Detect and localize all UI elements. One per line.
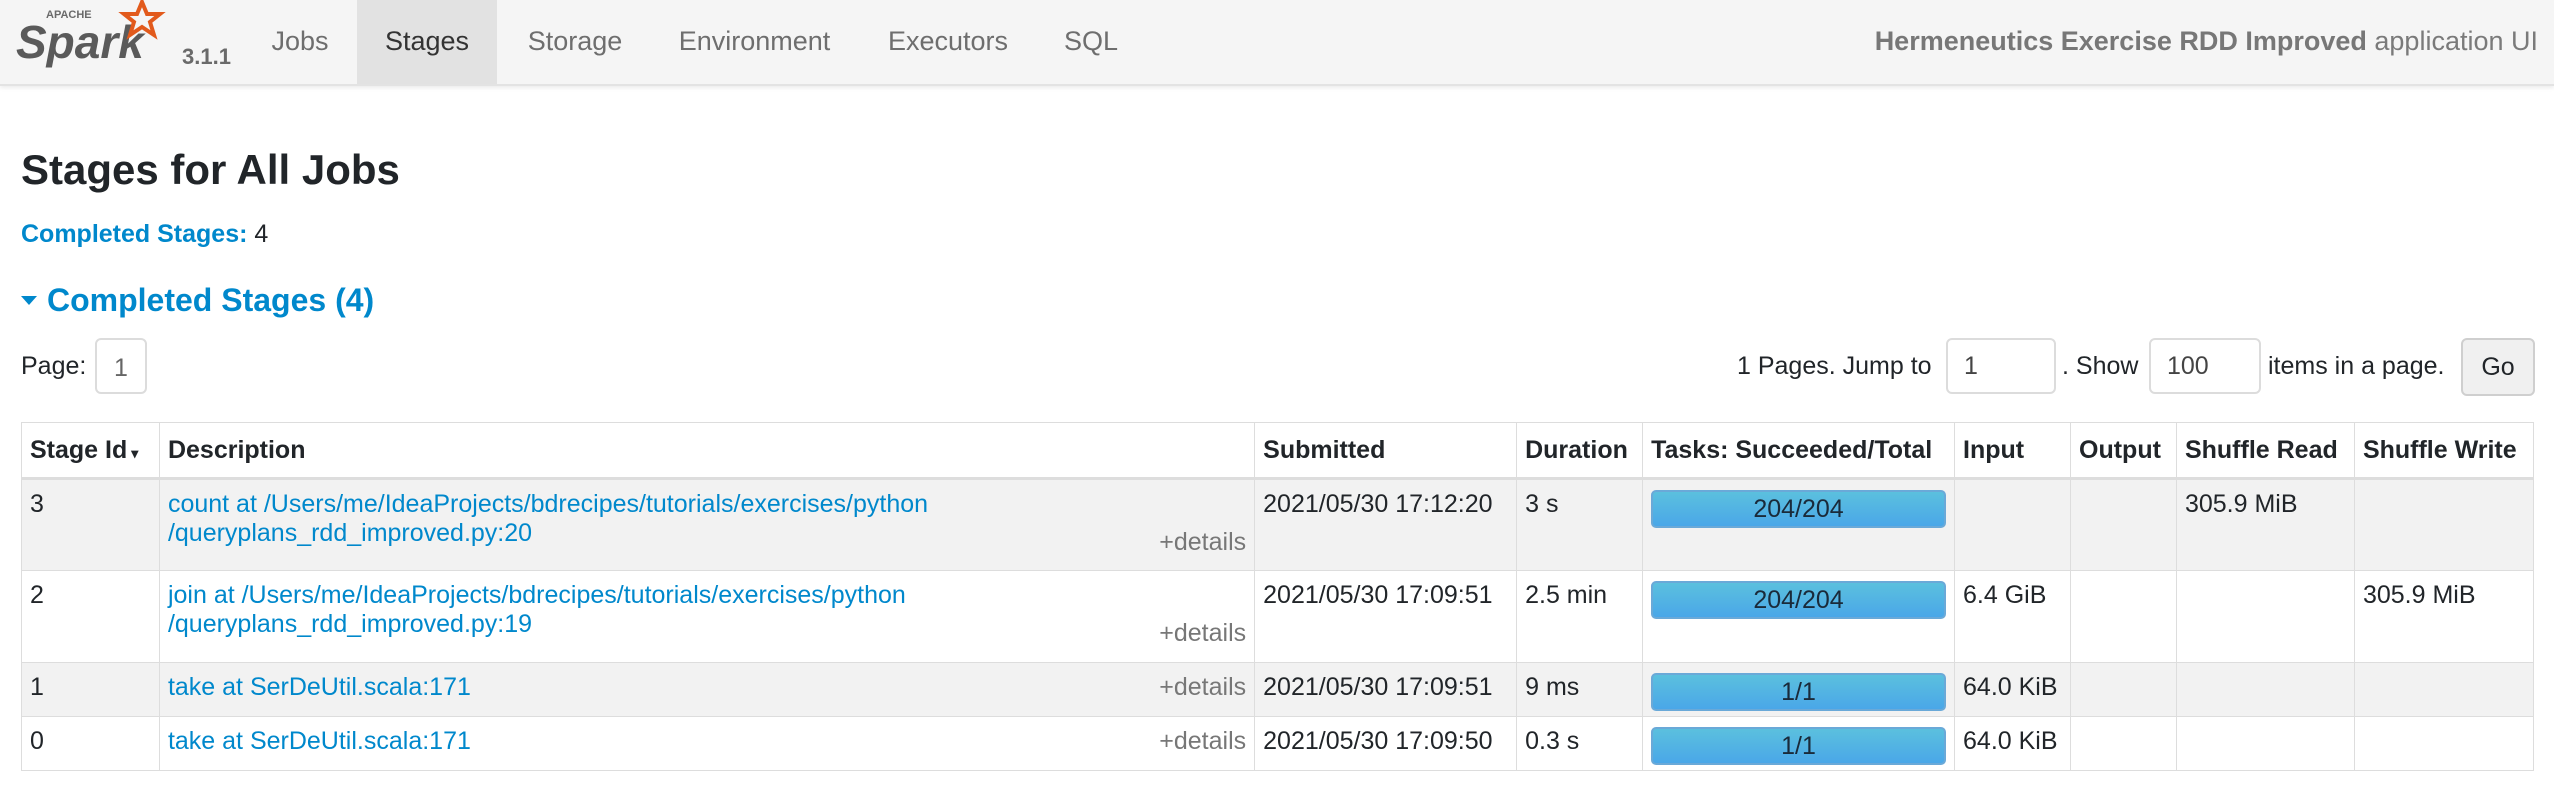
submitted-time: 2021/05/30 17:09:50 [1254, 716, 1518, 771]
header-stage-id[interactable]: Stage Id ▾ [21, 422, 160, 480]
completed-stages-summary: Completed Stages: 4 [21, 220, 268, 249]
table-row: 2 join at /Users/me/IdeaProjects/bdrecip… [21, 570, 2535, 663]
tab-executors[interactable]: Executors [872, 0, 1024, 84]
stage-description: take at SerDeUtil.scala:171 +details [158, 662, 1256, 717]
shuffle-read [2175, 716, 2355, 771]
stage-description: join at /Users/me/IdeaProjects/bdrecipes… [158, 570, 1256, 663]
page-number-box[interactable]: 1 [95, 338, 147, 394]
input-size [1954, 478, 2071, 571]
duration: 0.3 s [1516, 716, 1644, 771]
shuffle-write [2353, 716, 2535, 771]
header-description[interactable]: Description [158, 422, 1256, 480]
details-toggle[interactable]: +details [1159, 673, 1246, 702]
page-label: Page: [21, 352, 87, 380]
header-duration[interactable]: Duration [1516, 422, 1644, 480]
shuffle-write [2353, 662, 2535, 717]
spark-logo[interactable]: APACHE Spark 3.1.1 [14, 0, 231, 84]
table-row: 1 take at SerDeUtil.scala:171 +details 2… [21, 662, 2535, 717]
shuffle-read [2175, 662, 2355, 717]
submitted-time: 2021/05/30 17:09:51 [1254, 662, 1518, 717]
stage-description: take at SerDeUtil.scala:171 +details [158, 716, 1256, 771]
input-size: 6.4 GiB [1954, 570, 2071, 663]
tasks-progress-bar: 204/204 [1651, 581, 1947, 619]
tasks-progress-bar: 1/1 [1651, 727, 1947, 765]
app-suffix: application UI [2366, 26, 2538, 56]
tab-storage[interactable]: Storage [510, 0, 640, 84]
go-button[interactable]: Go [2461, 338, 2535, 396]
table-header-row: Stage Id ▾ Description Submitted Duration… [21, 422, 2535, 480]
sort-desc-icon: ▾ [131, 444, 139, 461]
duration: 3 s [1516, 478, 1644, 571]
jump-to-page-input[interactable] [1946, 338, 2056, 394]
tab-sql[interactable]: SQL [1050, 0, 1132, 84]
completed-stages-link[interactable]: Completed Stages: [21, 220, 247, 248]
output-size [2070, 662, 2177, 717]
stage-description-link[interactable]: count at /Users/me/IdeaProjects/bdrecipe… [168, 490, 1246, 548]
shuffle-write [2353, 478, 2535, 571]
tasks-progress: 204/204 [1642, 478, 1956, 571]
stage-description: count at /Users/me/IdeaProjects/bdrecipe… [158, 478, 1256, 571]
details-toggle[interactable]: +details [1159, 619, 1246, 648]
tasks-progress: 204/204 [1642, 570, 1956, 663]
tasks-progress-bar: 1/1 [1651, 673, 1947, 711]
header-shuffle-write[interactable]: Shuffle Write [2353, 422, 2535, 480]
spark-version: 3.1.1 [182, 44, 231, 69]
caret-down-icon [21, 296, 37, 306]
shuffle-read [2175, 570, 2355, 663]
items-text: items in a page. [2268, 352, 2445, 380]
stage-description-link[interactable]: join at /Users/me/IdeaProjects/bdrecipes… [168, 581, 1246, 639]
tab-environment[interactable]: Environment [662, 0, 847, 84]
tasks-progress: 1/1 [1642, 716, 1956, 771]
table-row: 3 count at /Users/me/IdeaProjects/bdreci… [21, 478, 2535, 571]
application-title: Hermeneutics Exercise RDD Improved appli… [1875, 0, 2538, 84]
input-size: 64.0 KiB [1954, 716, 2071, 771]
output-size [2070, 478, 2177, 571]
spark-logo-icon: APACHE Spark [16, 0, 166, 68]
tasks-progress: 1/1 [1642, 662, 1956, 717]
shuffle-write: 305.9 MiB [2353, 570, 2535, 663]
tab-stages[interactable]: Stages [357, 0, 497, 84]
section-title: Completed Stages (4) [47, 282, 375, 318]
completed-stages-table: Stage Id ▾ Description Submitted Duration… [21, 422, 2535, 771]
header-tasks[interactable]: Tasks: Succeeded/Total [1642, 422, 1956, 480]
header-submitted[interactable]: Submitted [1254, 422, 1518, 480]
completed-stages-count: 4 [254, 220, 269, 248]
stage-id: 2 [21, 570, 160, 663]
details-toggle[interactable]: +details [1159, 528, 1246, 557]
stage-id: 0 [21, 716, 160, 771]
page-size-input[interactable] [2149, 338, 2261, 394]
table-row: 0 take at SerDeUtil.scala:171 +details 2… [21, 716, 2535, 771]
logo-text: Spark [16, 16, 146, 68]
submitted-time: 2021/05/30 17:09:51 [1254, 570, 1518, 663]
stage-id: 1 [21, 662, 160, 717]
output-size [2070, 716, 2177, 771]
header-shuffle-read[interactable]: Shuffle Read [2175, 422, 2355, 480]
submitted-time: 2021/05/30 17:12:20 [1254, 478, 1518, 571]
stage-description-link[interactable]: take at SerDeUtil.scala:171 [168, 727, 471, 755]
duration: 9 ms [1516, 662, 1644, 717]
tasks-progress-bar: 204/204 [1651, 490, 1947, 528]
header-output[interactable]: Output [2070, 422, 2177, 480]
pages-text: 1 Pages. Jump to [1737, 352, 1932, 380]
stage-description-link[interactable]: take at SerDeUtil.scala:171 [168, 673, 471, 701]
completed-stages-section-toggle[interactable]: Completed Stages (4) [21, 282, 374, 319]
details-toggle[interactable]: +details [1159, 727, 1246, 756]
page-title: Stages for All Jobs [21, 146, 400, 193]
tab-jobs[interactable]: Jobs [250, 0, 350, 84]
top-navbar: APACHE Spark 3.1.1 Jobs Stages Storage E… [0, 0, 2554, 86]
stage-id: 3 [21, 478, 160, 571]
show-text: . Show [2062, 352, 2139, 380]
app-name: Hermeneutics Exercise RDD Improved [1874, 26, 2367, 56]
output-size [2070, 570, 2177, 663]
shuffle-read: 305.9 MiB [2175, 478, 2355, 571]
header-input[interactable]: Input [1954, 422, 2071, 480]
duration: 2.5 min [1516, 570, 1644, 663]
input-size: 64.0 KiB [1954, 662, 2071, 717]
